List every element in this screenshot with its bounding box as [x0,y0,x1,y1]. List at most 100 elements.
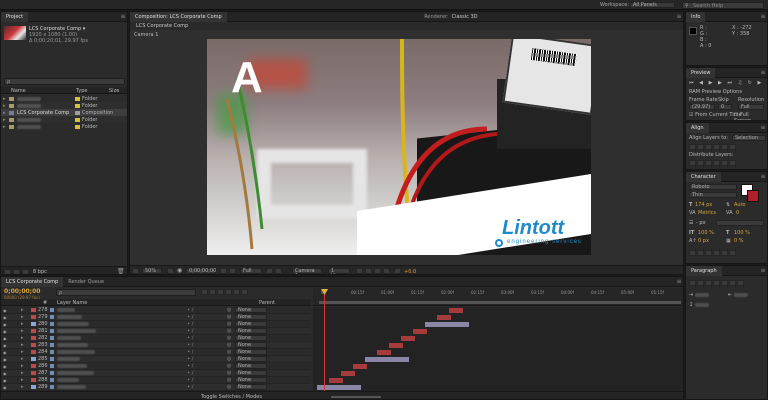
visibility-eye-icon[interactable]: ◉ [3,336,11,341]
layer-switches[interactable]: ∙ ∕ [187,356,203,362]
layer-duration-bar[interactable] [377,350,391,355]
expand-arrow-icon[interactable]: ▸ [21,314,29,320]
visibility-eye-icon[interactable]: ◉ [3,364,11,369]
fast-previews-icon[interactable] [365,268,372,274]
playhead[interactable] [321,289,328,391]
ram-preview-options[interactable]: RAM Preview Options [689,89,742,95]
layer-switches[interactable]: ∙ ∕ [187,363,203,369]
layer-switches[interactable]: ∙ ∕ [187,370,203,376]
parent-pickwhip-icon[interactable]: ◎ [227,328,235,334]
layer-label-color[interactable] [31,315,36,319]
expand-arrow-icon[interactable]: ▸ [21,356,29,362]
safe-zones-icon[interactable] [167,268,174,274]
parent-pickwhip-icon[interactable]: ◎ [227,356,235,362]
distribute-right-icon[interactable] [729,160,736,166]
layer-duration-bar[interactable] [353,364,367,369]
layer-row[interactable]: ◉ ▸ 288 ∙ ∕ ◎ None [1,377,311,384]
trash-icon[interactable]: 🗑 [117,268,125,274]
camera-select[interactable]: Camera 1 [292,268,322,274]
layer-name[interactable] [57,322,89,326]
layer-name[interactable] [57,308,75,312]
project-item[interactable]: ▸ LCS Corporate Comp Composition [1,109,127,116]
all-caps-icon[interactable] [705,250,712,256]
col-size[interactable]: Size [109,88,119,94]
parent-select[interactable]: None [235,370,267,376]
last-frame-icon[interactable]: ⏭ [727,80,732,86]
preview-menu-icon[interactable]: ≡ [759,68,767,78]
align-vcenter-icon[interactable] [721,144,728,150]
expand-arrow-icon[interactable]: ▸ [21,377,29,383]
layer-duration-bar[interactable] [425,322,469,327]
layer-duration-bar[interactable] [329,378,343,383]
align-menu-icon[interactable]: ≡ [759,123,767,133]
layer-label-color[interactable] [31,364,36,368]
indent-left-value[interactable] [694,292,709,297]
label-color-swatch[interactable] [75,124,80,129]
graph-editor-icon[interactable] [241,289,248,295]
hscale-value[interactable]: 100 % [734,230,750,236]
layer-switches[interactable]: ∙ ∕ [187,307,203,313]
faux-bold-icon[interactable] [689,250,696,256]
new-folder-icon[interactable] [13,269,20,274]
visibility-eye-icon[interactable]: ◉ [3,357,11,362]
skip-field[interactable]: 0 [718,104,732,110]
layer-label-color[interactable] [31,371,36,375]
show-snapshot-icon[interactable] [229,268,236,274]
expand-arrow-icon[interactable]: ▸ [21,321,29,327]
layer-label-color[interactable] [31,385,36,389]
layer-label-color[interactable] [31,350,36,354]
interpret-footage-icon[interactable] [4,269,11,274]
character-menu-icon[interactable]: ≡ [759,172,767,182]
timeline-search-input[interactable]: ρ [56,289,196,296]
tab-info[interactable]: Info [686,12,706,22]
parent-pickwhip-icon[interactable]: ◎ [227,314,235,320]
leading-value[interactable]: Auto [734,202,746,208]
col-name[interactable]: Name [11,88,26,94]
layer-switches[interactable]: ∙ ∕ [187,328,203,334]
comp-timecode[interactable]: 0;00;00;00 [186,268,216,274]
layer-duration-bar[interactable] [341,371,355,376]
layer-switches[interactable]: ∙ ∕ [187,335,203,341]
panel-menu-icon[interactable]: ≡ [119,12,127,22]
layer-name[interactable] [57,336,81,340]
loop-icon[interactable]: ↻ [748,80,752,86]
prev-frame-icon[interactable]: ◀ [699,80,703,86]
expand-arrow-icon[interactable]: ▸ [21,307,29,313]
layer-label-color[interactable] [31,378,36,382]
layer-name[interactable] [57,350,95,354]
parent-select[interactable]: None [235,342,267,348]
parent-select[interactable]: None [235,328,267,334]
comp-viewer[interactable]: A Lintott engineering services [207,39,591,255]
vscale-value[interactable]: 100 % [698,230,714,236]
layer-name[interactable] [57,385,86,389]
flowchart-icon[interactable] [383,268,390,274]
parent-pickwhip-icon[interactable]: ◎ [227,307,235,313]
subscript-icon[interactable] [729,250,736,256]
tsume-value[interactable]: 0 % [734,238,744,244]
project-item[interactable]: ▸ Folder [1,102,127,109]
layer-duration-bar[interactable] [401,336,415,341]
visibility-eye-icon[interactable]: ◉ [3,343,11,348]
comp-menu-icon[interactable]: ≡ [675,12,683,22]
zoom-select[interactable]: 50% [142,268,162,274]
justify-all-icon[interactable] [737,280,744,286]
layer-row[interactable]: ◉ ▸ 279 ∙ ∕ ◎ None [1,314,311,321]
draft-3d-icon[interactable] [209,289,216,295]
transparency-grid-icon[interactable] [275,268,282,274]
layer-duration-bar[interactable] [365,357,409,362]
toggle-pixel-aspect-icon[interactable] [356,268,363,274]
parent-pickwhip-icon[interactable]: ◎ [227,321,235,327]
first-frame-icon[interactable]: ⏮ [689,80,694,86]
expand-arrow-icon[interactable]: ▸ [21,335,29,341]
parent-select[interactable]: None [235,363,267,369]
justify-right-icon[interactable] [729,280,736,286]
distribute-top-icon[interactable] [689,160,696,166]
project-item[interactable]: ▸ Folder [1,116,127,123]
align-right-icon[interactable] [705,144,712,150]
layer-row[interactable]: ◉ ▸ 285 ∙ ∕ ◎ None [1,356,311,363]
align-to-select[interactable]: Selection [732,135,766,141]
visibility-eye-icon[interactable]: ◉ [3,322,11,327]
tracking-value[interactable]: 0 [736,210,739,216]
layer-row[interactable]: ◉ ▸ 278 ∙ ∕ ◎ None [1,307,311,314]
align-left-icon[interactable] [689,144,696,150]
